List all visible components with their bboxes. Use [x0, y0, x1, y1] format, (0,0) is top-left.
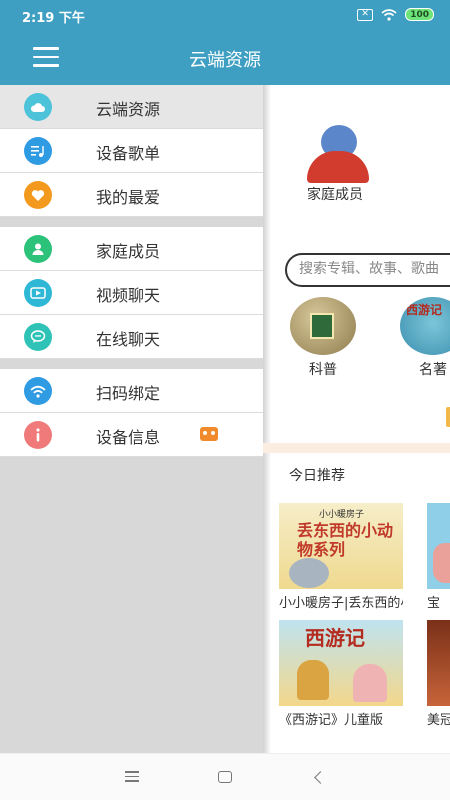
main-content: 家庭成员 科普 西游记 名著 今日推荐 小小暖房子 丢东西的小动物系列 小小暖房… [263, 85, 450, 753]
drawer-item-label: 我的最爱 [96, 188, 161, 207]
drawer-item-favorites[interactable]: 我的最爱 [0, 173, 263, 217]
category-science-image [290, 297, 356, 355]
drawer-item-label: 在线聊天 [96, 330, 161, 349]
drawer-item-label: 云端资源 [96, 100, 161, 119]
group-divider [0, 359, 263, 369]
thumbnail-title: 西游记 [305, 626, 365, 650]
thumbnail-subtitle: 小小暖房子 [319, 510, 365, 520]
drawer-item-scan-bind[interactable]: 扫码绑定 [0, 369, 263, 413]
app-bar: 云端资源 [0, 30, 450, 85]
card-thumbnail [427, 503, 450, 589]
recommend-card[interactable]: 宝 [427, 503, 450, 611]
group-divider [0, 217, 263, 227]
section-divider [263, 443, 450, 453]
side-tab[interactable] [446, 407, 450, 427]
recommend-card[interactable]: 美冠 [427, 620, 450, 728]
page-title: 云端资源 [189, 50, 261, 71]
card-thumbnail: 小小暖房子 丢东西的小动物系列 [279, 503, 403, 589]
recommend-card[interactable]: 小小暖房子 丢东西的小动物系列 小小暖房子|丢东西的小动物系列 [279, 503, 403, 611]
category-image-text: 西游记 [406, 303, 443, 317]
character-illustration [297, 660, 329, 700]
search-input[interactable] [299, 261, 450, 277]
category-label: 名著 [419, 362, 447, 378]
tv-badge-icon [200, 427, 218, 441]
cloud-icon [24, 93, 52, 121]
playlist-icon [24, 137, 52, 165]
navigation-drawer: 云端资源 设备歌单 我的最爱 家庭成员 视频聊天 在线聊天 扫码绑定 设备信息 [0, 85, 263, 753]
drawer-item-label: 设备歌单 [96, 144, 161, 163]
drawer-item-online-chat[interactable]: 在线聊天 [0, 315, 263, 359]
wifi-icon [24, 377, 52, 405]
drawer-item-family-members[interactable]: 家庭成员 [0, 227, 263, 271]
card-thumbnail: 西游记 [279, 620, 403, 706]
drawer-item-device-info[interactable]: 设备信息 [0, 413, 263, 457]
back-icon[interactable] [310, 768, 330, 788]
card-thumbnail [427, 620, 450, 706]
drawer-item-label: 家庭成员 [96, 242, 161, 261]
family-member-label: 家庭成员 [307, 187, 363, 203]
card-caption: 小小暖房子|丢东西的小动物系列 [279, 596, 403, 611]
no-sim-icon: ✕ [357, 8, 374, 21]
book-icon [310, 313, 334, 339]
status-time: 2:19 下午 [22, 11, 85, 26]
family-member-avatar[interactable] [307, 125, 369, 183]
card-caption: 《西游记》儿童版 [279, 713, 384, 728]
status-bar: 2:19 下午 ✕ 100 [0, 0, 450, 30]
drawer-item-video-chat[interactable]: 视频聊天 [0, 271, 263, 315]
category-classics-image: 西游记 [400, 297, 450, 355]
card-caption: 宝 [427, 596, 441, 611]
category-label: 科普 [309, 362, 337, 378]
character-illustration [353, 664, 387, 702]
wifi-status-icon [381, 8, 397, 21]
thumbnail-title: 丢东西的小动物系列 [297, 521, 394, 559]
chat-icon [24, 323, 52, 351]
video-icon [24, 279, 52, 307]
status-icons: ✕ 100 [357, 8, 434, 21]
user-icon [24, 235, 52, 263]
category-science[interactable]: 科普 [288, 297, 358, 379]
animal-illustration [289, 558, 329, 588]
info-icon [24, 421, 52, 449]
drawer-item-cloud-resources[interactable]: 云端资源 [0, 85, 263, 129]
drawer-item-label: 设备信息 [96, 428, 161, 447]
drawer-item-label: 扫码绑定 [96, 384, 161, 403]
search-box[interactable] [285, 253, 450, 287]
category-classics[interactable]: 西游记 名著 [398, 297, 450, 379]
recent-apps-icon[interactable] [122, 768, 142, 788]
home-icon[interactable] [215, 768, 235, 788]
recommend-card[interactable]: 西游记 《西游记》儿童版 [279, 620, 403, 728]
card-caption: 美冠 [427, 713, 450, 728]
drawer-item-device-playlist[interactable]: 设备歌单 [0, 129, 263, 173]
recommend-title: 今日推荐 [289, 468, 345, 484]
drawer-item-label: 视频聊天 [96, 286, 161, 305]
battery-icon: 100 [405, 8, 434, 21]
heart-icon [24, 181, 52, 209]
system-nav-bar [0, 753, 450, 800]
